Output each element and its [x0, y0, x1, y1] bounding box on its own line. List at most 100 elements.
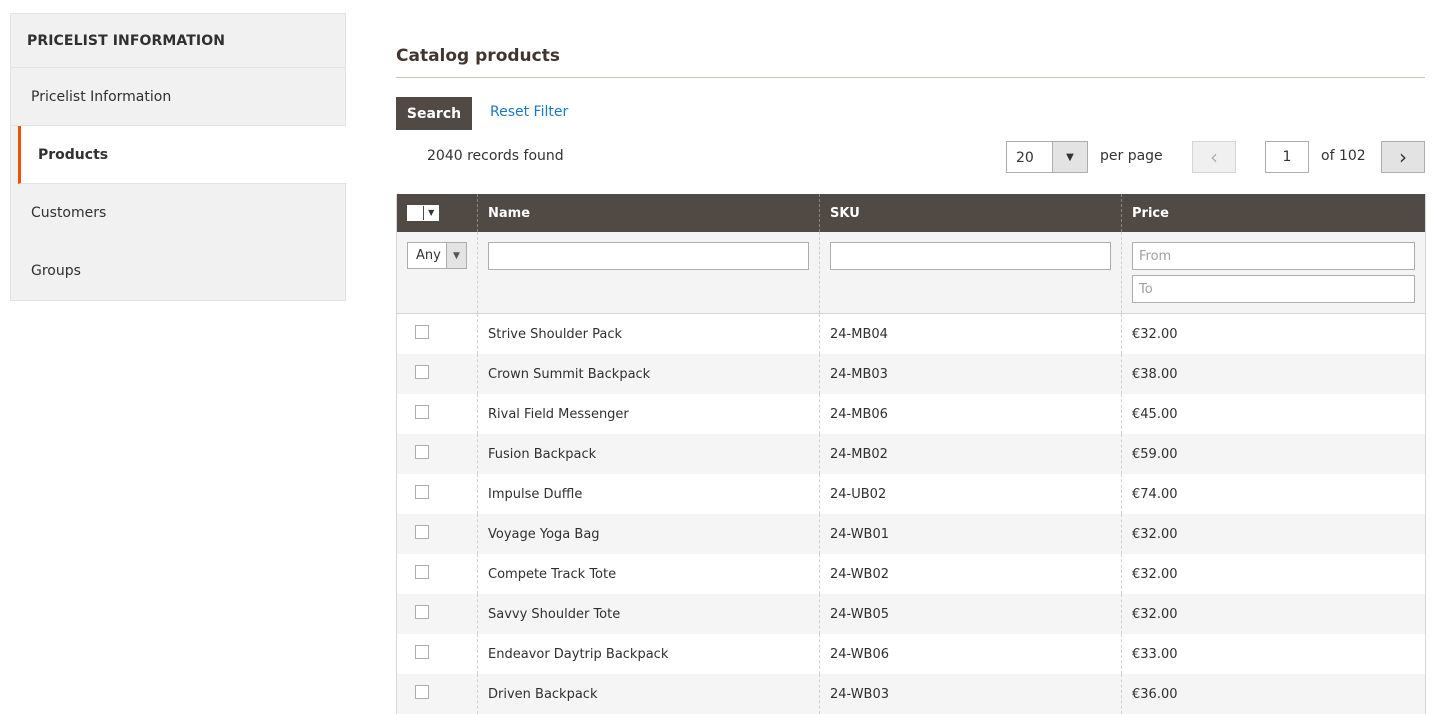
- product-sku: 24-WB05: [820, 594, 1122, 634]
- row-checkbox[interactable]: [415, 405, 429, 419]
- column-header-sku[interactable]: SKU: [820, 194, 1122, 232]
- product-sku: 24-MB03: [820, 354, 1122, 394]
- product-price: €32.00: [1122, 514, 1426, 554]
- grid-body: Strive Shoulder Pack24-MB04€32.00Crown S…: [397, 314, 1426, 714]
- table-row[interactable]: Savvy Shoulder Tote24-WB05€32.00: [397, 594, 1426, 634]
- row-select-cell: [397, 354, 478, 394]
- price-from-input[interactable]: [1132, 242, 1415, 270]
- reset-filter-link[interactable]: Reset Filter: [490, 104, 568, 120]
- product-name: Fusion Backpack: [478, 434, 820, 474]
- product-sku: 24-MB06: [820, 394, 1122, 434]
- visibility-filter-select[interactable]: Any ▼: [407, 242, 467, 269]
- product-sku: 24-WB01: [820, 514, 1122, 554]
- table-row[interactable]: Compete Track Tote24-WB02€32.00: [397, 554, 1426, 594]
- per-page-label: per page: [1100, 148, 1163, 164]
- sidebar-item-pricelist-information[interactable]: Pricelist Information: [11, 68, 345, 126]
- sku-filter-input[interactable]: [830, 242, 1111, 270]
- row-checkbox[interactable]: [415, 565, 429, 579]
- row-checkbox[interactable]: [415, 485, 429, 499]
- product-price: €45.00: [1122, 394, 1426, 434]
- table-row[interactable]: Crown Summit Backpack24-MB03€38.00: [397, 354, 1426, 394]
- product-name: Voyage Yoga Bag: [478, 514, 820, 554]
- column-header-name[interactable]: Name: [478, 194, 820, 232]
- row-select-cell: [397, 634, 478, 674]
- page-total: of 102: [1321, 148, 1366, 164]
- row-checkbox[interactable]: [415, 325, 429, 339]
- row-checkbox[interactable]: [415, 605, 429, 619]
- product-price: €59.00: [1122, 434, 1426, 474]
- filter-cell-select: Any ▼: [397, 232, 478, 314]
- name-filter-input[interactable]: [488, 242, 809, 270]
- row-select-cell: [397, 554, 478, 594]
- products-grid: ▼ Name SKU Price Any ▼: [396, 194, 1426, 714]
- sidebar-nav: PRICELIST INFORMATION Pricelist Informat…: [10, 13, 346, 301]
- mass-select-checkbox[interactable]: [408, 206, 423, 220]
- row-checkbox[interactable]: [415, 645, 429, 659]
- row-select-cell: [397, 594, 478, 634]
- grid-header-row: ▼ Name SKU Price: [397, 194, 1426, 232]
- chevron-down-icon[interactable]: ▼: [1052, 142, 1087, 172]
- product-price: €32.00: [1122, 594, 1426, 634]
- records-count: 2040 records found: [427, 148, 564, 164]
- product-name: Rival Field Messenger: [478, 394, 820, 434]
- next-page-button[interactable]: ›: [1381, 141, 1425, 173]
- sidebar-item-products[interactable]: Products: [18, 126, 347, 184]
- row-checkbox[interactable]: [415, 445, 429, 459]
- search-button[interactable]: Search: [396, 97, 472, 130]
- table-row[interactable]: Impulse Duffle24-UB02€74.00: [397, 474, 1426, 514]
- filter-cell-sku: [820, 232, 1122, 314]
- row-select-cell: [397, 434, 478, 474]
- sidebar-item-label: Groups: [31, 263, 81, 279]
- column-header-price[interactable]: Price: [1122, 194, 1426, 232]
- visibility-filter-value: Any: [408, 243, 446, 268]
- product-name: Strive Shoulder Pack: [478, 314, 820, 355]
- row-checkbox[interactable]: [415, 685, 429, 699]
- product-price: €74.00: [1122, 474, 1426, 514]
- chevron-down-icon[interactable]: ▼: [446, 243, 466, 268]
- table-row[interactable]: Voyage Yoga Bag24-WB01€32.00: [397, 514, 1426, 554]
- product-name: Compete Track Tote: [478, 554, 820, 594]
- chevron-right-icon: ›: [1399, 145, 1407, 169]
- row-select-cell: [397, 674, 478, 714]
- row-select-cell: [397, 474, 478, 514]
- product-name: Savvy Shoulder Tote: [478, 594, 820, 634]
- per-page-value: 20: [1007, 142, 1052, 172]
- mass-select-control[interactable]: ▼: [407, 205, 439, 221]
- table-row[interactable]: Strive Shoulder Pack24-MB04€32.00: [397, 314, 1426, 355]
- chevron-down-icon[interactable]: ▼: [423, 206, 438, 220]
- product-price: €36.00: [1122, 674, 1426, 714]
- product-price: €38.00: [1122, 354, 1426, 394]
- previous-page-button[interactable]: ‹: [1192, 141, 1236, 173]
- page-number-input[interactable]: [1265, 141, 1309, 173]
- product-sku: 24-UB02: [820, 474, 1122, 514]
- row-select-cell: [397, 514, 478, 554]
- table-row[interactable]: Fusion Backpack24-MB02€59.00: [397, 434, 1426, 474]
- sidebar-item-label: Pricelist Information: [31, 89, 171, 105]
- product-name: Impulse Duffle: [478, 474, 820, 514]
- product-sku: 24-WB03: [820, 674, 1122, 714]
- page-title: Catalog products: [396, 46, 560, 66]
- product-name: Endeavor Daytrip Backpack: [478, 634, 820, 674]
- product-sku: 24-WB06: [820, 634, 1122, 674]
- product-name: Crown Summit Backpack: [478, 354, 820, 394]
- filter-row: Any ▼: [397, 232, 1426, 314]
- table-row[interactable]: Driven Backpack24-WB03€36.00: [397, 674, 1426, 714]
- product-price: €32.00: [1122, 314, 1426, 355]
- sidebar-item-groups[interactable]: Groups: [11, 242, 345, 300]
- table-row[interactable]: Endeavor Daytrip Backpack24-WB06€33.00: [397, 634, 1426, 674]
- sidebar-item-label: Products: [38, 147, 108, 163]
- table-row[interactable]: Rival Field Messenger24-MB06€45.00: [397, 394, 1426, 434]
- row-checkbox[interactable]: [415, 365, 429, 379]
- per-page-select[interactable]: 20 ▼: [1006, 141, 1088, 173]
- row-select-cell: [397, 394, 478, 434]
- product-sku: 24-MB04: [820, 314, 1122, 355]
- sidebar-item-customers[interactable]: Customers: [11, 184, 345, 242]
- row-checkbox[interactable]: [415, 525, 429, 539]
- product-sku: 24-MB02: [820, 434, 1122, 474]
- chevron-left-icon: ‹: [1210, 145, 1218, 169]
- product-price: €32.00: [1122, 554, 1426, 594]
- filter-cell-price: [1122, 232, 1426, 314]
- product-sku: 24-WB02: [820, 554, 1122, 594]
- price-to-input[interactable]: [1132, 275, 1415, 303]
- filter-cell-name: [478, 232, 820, 314]
